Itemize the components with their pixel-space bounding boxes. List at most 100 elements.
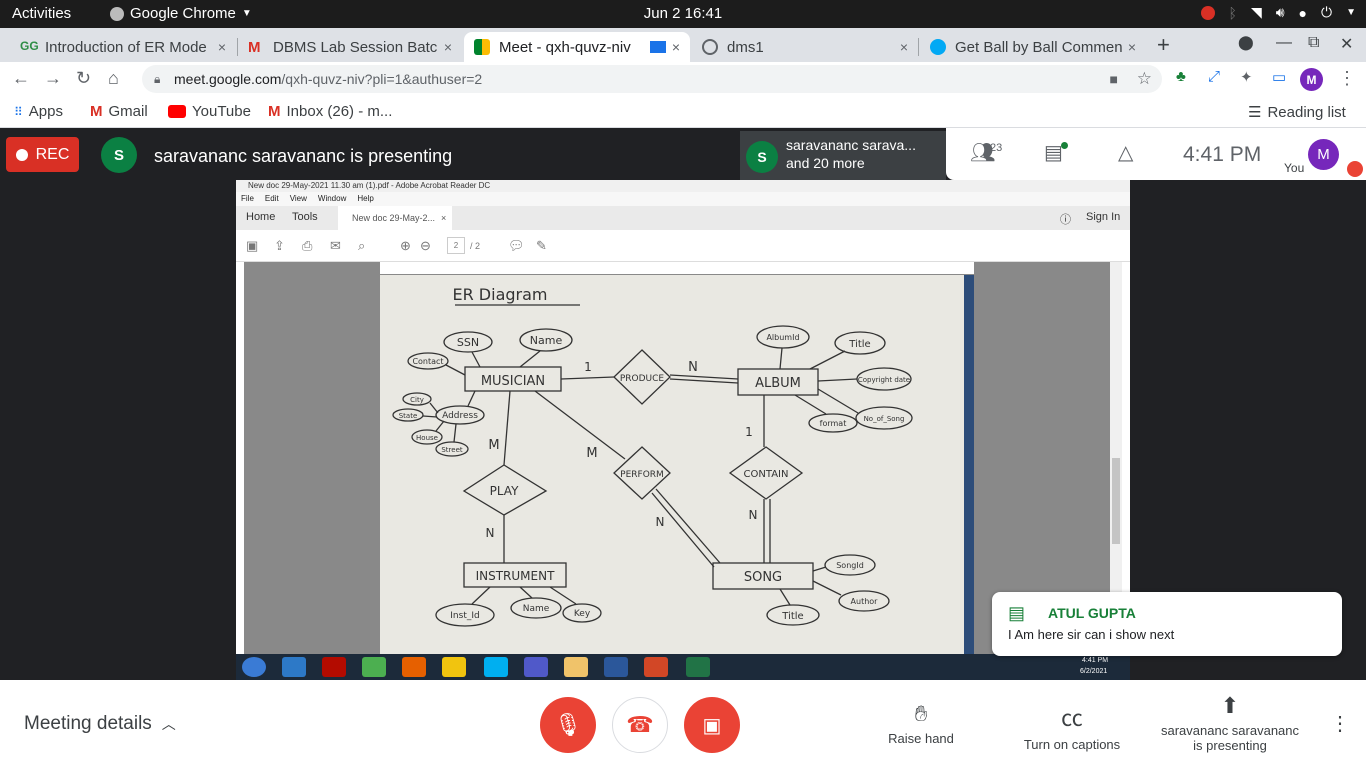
address-bar[interactable]: 🔒︎ meet.google.com/qxh-quvz-niv?pli=1&au… <box>142 65 1162 93</box>
self-avatar[interactable]: M <box>1308 139 1339 170</box>
acrobat-doc-tab[interactable]: New doc 29-May-2... × <box>338 206 452 230</box>
bookmark-apps[interactable]: ⠿ Apps <box>14 103 63 120</box>
menu-file[interactable]: File <box>241 194 254 203</box>
extension-icon[interactable]: ♣ <box>1176 68 1186 85</box>
menu-help[interactable]: Help <box>357 194 373 203</box>
participant-more: and 20 more <box>786 155 865 171</box>
print-icon[interactable]: ⎙ <box>302 238 312 254</box>
maximize-icon[interactable]: ⧉ <box>1308 34 1319 52</box>
hang-up-icon: ☎︎ <box>626 712 654 737</box>
tab-meet[interactable]: Meet - qxh-quvz-niv × <box>464 32 690 62</box>
acrobat-icon[interactable] <box>322 657 346 677</box>
bookmark-star-icon[interactable]: ☆ <box>1137 65 1152 93</box>
tab-ball-by-ball[interactable]: Get Ball by Ball Commen × <box>920 32 1146 62</box>
raise-hand-button[interactable]: ✋︎ Raise hand <box>886 701 956 746</box>
participant-tile[interactable]: S saravananc sarava... and 20 more <box>740 131 946 181</box>
tab-dms1[interactable]: dms1 × <box>692 32 918 62</box>
close-tab-icon[interactable]: × <box>900 39 908 55</box>
clock[interactable]: Jun 2 16:41 <box>644 5 722 22</box>
chrome-icon <box>110 6 124 21</box>
help-icon[interactable]: ⓘ <box>1060 211 1071 227</box>
close-tab-icon[interactable]: × <box>1128 39 1136 55</box>
activities-button[interactable]: Activities <box>12 5 71 22</box>
scroll-thumb[interactable] <box>1112 458 1120 544</box>
chat-notification[interactable]: ▤ ATUL GUPTA I Am here sir can i show ne… <box>992 592 1342 656</box>
tab-er-model[interactable]: GG Introduction of ER Mode × <box>10 32 236 62</box>
captions-button[interactable]: ㏄ Turn on captions <box>1018 701 1126 752</box>
leave-call-button[interactable]: ☎︎ <box>612 697 668 753</box>
close-icon[interactable]: × <box>441 213 446 223</box>
url-path: /qxh-quvz-niv?pli=1&authuser=2 <box>281 71 483 87</box>
tab-title: Get Ball by Ball Commen <box>955 38 1122 56</box>
menu-view[interactable]: View <box>290 194 307 203</box>
close-tab-icon[interactable]: × <box>672 39 680 55</box>
home-icon[interactable]: ⌂ <box>108 68 119 89</box>
email-icon[interactable]: ✉ <box>330 238 341 254</box>
back-icon[interactable]: ← <box>12 68 30 89</box>
new-tab-button[interactable]: + <box>1157 32 1170 58</box>
windows-taskbar: 4:41 PM 6/2/2021 <box>236 654 1130 680</box>
er-label: INSTRUMENT <box>476 569 555 583</box>
excel-icon[interactable] <box>686 657 710 677</box>
page-input[interactable]: 2 <box>447 237 465 254</box>
er-label: PRODUCE <box>620 374 665 384</box>
reload-icon[interactable]: ↻ <box>76 68 91 89</box>
firefox-icon[interactable] <box>402 657 426 677</box>
page-up-icon[interactable]: ⊕ <box>400 238 411 254</box>
sign-in-button[interactable]: Sign In <box>1086 211 1120 223</box>
activities-icon[interactable]: △ <box>1118 140 1133 165</box>
reading-list[interactable]: ☰ Reading list <box>1248 103 1346 122</box>
acrobat-home-tab[interactable]: Home <box>246 211 275 223</box>
start-icon[interactable] <box>242 657 266 677</box>
chrome-menu-icon[interactable]: ⋮ <box>1338 68 1356 89</box>
camera-icon[interactable]: ■ <box>1110 65 1118 93</box>
bookmark-label: Reading list <box>1267 103 1346 121</box>
system-tray[interactable]: ᛒ ◥ 🔊︎ ● ⏻ ▼ <box>1200 4 1356 21</box>
bookmark-gmail[interactable]: M Gmail <box>90 103 148 120</box>
forward-icon[interactable]: → <box>44 68 62 89</box>
cast-icon[interactable]: ▭ <box>1272 68 1286 86</box>
profile-avatar[interactable]: M <box>1300 68 1323 91</box>
comment-icon[interactable]: 💬︎ <box>508 238 525 254</box>
cricket-favicon-icon <box>930 39 946 55</box>
app-menu[interactable]: Google Chrome ▼ <box>110 5 252 22</box>
expand-extension-icon[interactable]: ⤢ <box>1208 68 1220 85</box>
tab-dbms-lab[interactable]: M DBMS Lab Session Batc × <box>238 32 462 62</box>
close-tab-icon[interactable]: × <box>218 39 226 55</box>
close-tab-icon[interactable]: × <box>444 39 452 55</box>
present-button[interactable]: ⬆︎ saravananc saravananc is presenting <box>1156 693 1304 753</box>
ie-icon[interactable] <box>282 657 306 677</box>
er-card: 1 <box>584 360 592 374</box>
save-icon[interactable]: ▣ <box>246 238 258 254</box>
extensions-puzzle-icon[interactable]: ✦ <box>1240 68 1253 86</box>
page-down-icon[interactable]: ⊖ <box>420 238 431 254</box>
close-window-icon[interactable]: ✕ <box>1340 34 1353 54</box>
chrome-task-icon[interactable] <box>362 657 386 677</box>
search-icon[interactable]: ⌕ <box>358 238 365 254</box>
powerpoint-icon[interactable] <box>644 657 668 677</box>
bookmark-youtube[interactable]: YouTube <box>168 103 251 120</box>
acrobat-tools-tab[interactable]: Tools <box>292 211 318 223</box>
upload-icon[interactable]: ⇪ <box>274 238 285 254</box>
er-card: M <box>586 446 597 461</box>
menu-window[interactable]: Window <box>318 194 346 203</box>
teams-icon[interactable] <box>524 657 548 677</box>
pen-icon[interactable]: ✎ <box>536 238 547 254</box>
meeting-details-button[interactable]: Meeting details ︿ <box>24 713 176 735</box>
explorer-icon[interactable] <box>564 657 588 677</box>
er-label: State <box>399 412 418 420</box>
minimize-icon[interactable]: — <box>1276 34 1292 52</box>
er-label: City <box>410 396 424 404</box>
mic-toggle-button[interactable]: 🎙︎ <box>540 697 596 753</box>
tab-search-icon[interactable]: ⬤ <box>1238 34 1254 51</box>
bookmark-inbox[interactable]: M Inbox (26) - m... <box>268 103 392 120</box>
menu-edit[interactable]: Edit <box>265 194 279 203</box>
more-options-icon[interactable]: ⋮ <box>1330 711 1350 736</box>
chrome-task-icon-2[interactable] <box>442 657 466 677</box>
skype-icon[interactable] <box>484 657 508 677</box>
camera-toggle-button[interactable]: ▣ <box>684 697 740 753</box>
present-label: saravananc saravananc is presenting <box>1160 723 1300 753</box>
word-icon[interactable] <box>604 657 628 677</box>
recording-badge[interactable]: REC <box>6 137 79 172</box>
chat-icon[interactable]: ▤ <box>1044 140 1063 165</box>
